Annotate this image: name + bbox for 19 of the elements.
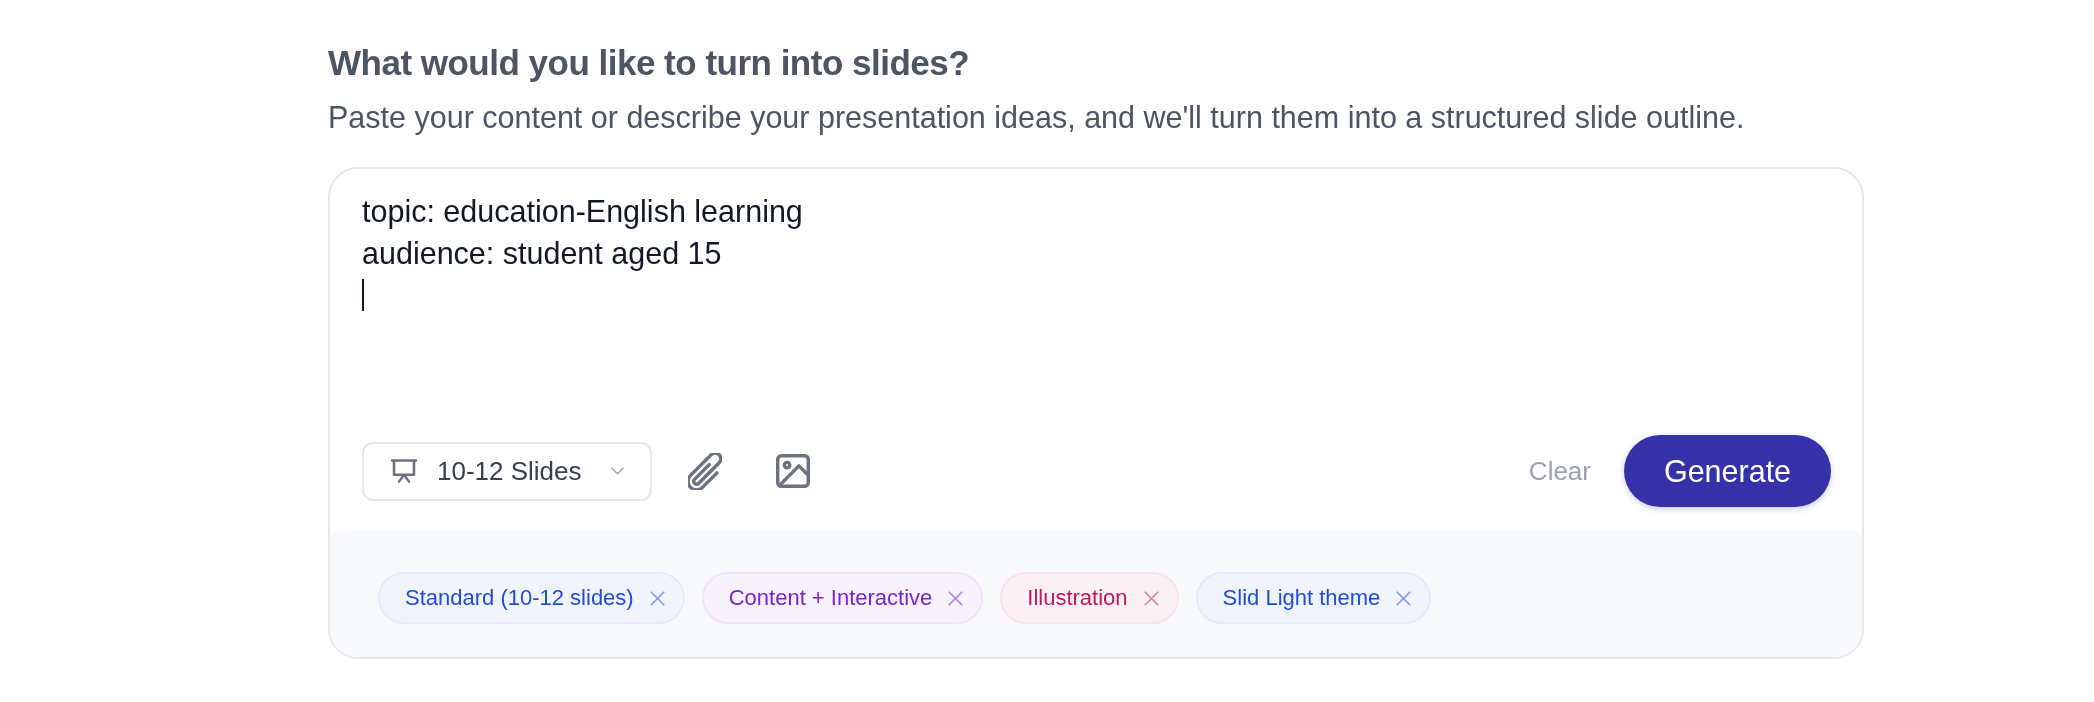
tag-label: Slid Light theme — [1222, 585, 1381, 611]
page-subtitle: Paste your content or describe your presentation ideas, and we'll turn them into a structured slide outline. — [328, 99, 1745, 135]
paperclip-icon — [688, 452, 722, 490]
close-icon[interactable] — [1143, 590, 1159, 606]
tag-label: Illustration — [1027, 585, 1128, 611]
close-icon[interactable] — [948, 590, 964, 606]
slide-count-dropdown[interactable]: 10-12 Slides — [362, 441, 652, 501]
close-icon[interactable] — [1396, 590, 1412, 606]
close-icon[interactable] — [649, 590, 665, 606]
chevron-down-icon — [611, 467, 624, 475]
generate-button[interactable]: Generate — [1624, 435, 1831, 507]
page-title: What would you like to turn into slides? — [328, 42, 970, 84]
image-button[interactable] — [776, 454, 810, 488]
image-icon — [776, 454, 810, 488]
presentation-board-icon — [389, 456, 419, 486]
prompt-input-field[interactable]: topic: education-English learning audience: student aged 15 — [362, 191, 1830, 419]
attach-button[interactable] — [688, 452, 722, 490]
tag-label: Standard (10-12 slides) — [405, 585, 634, 611]
tag-label: Content + Interactive — [728, 585, 933, 611]
